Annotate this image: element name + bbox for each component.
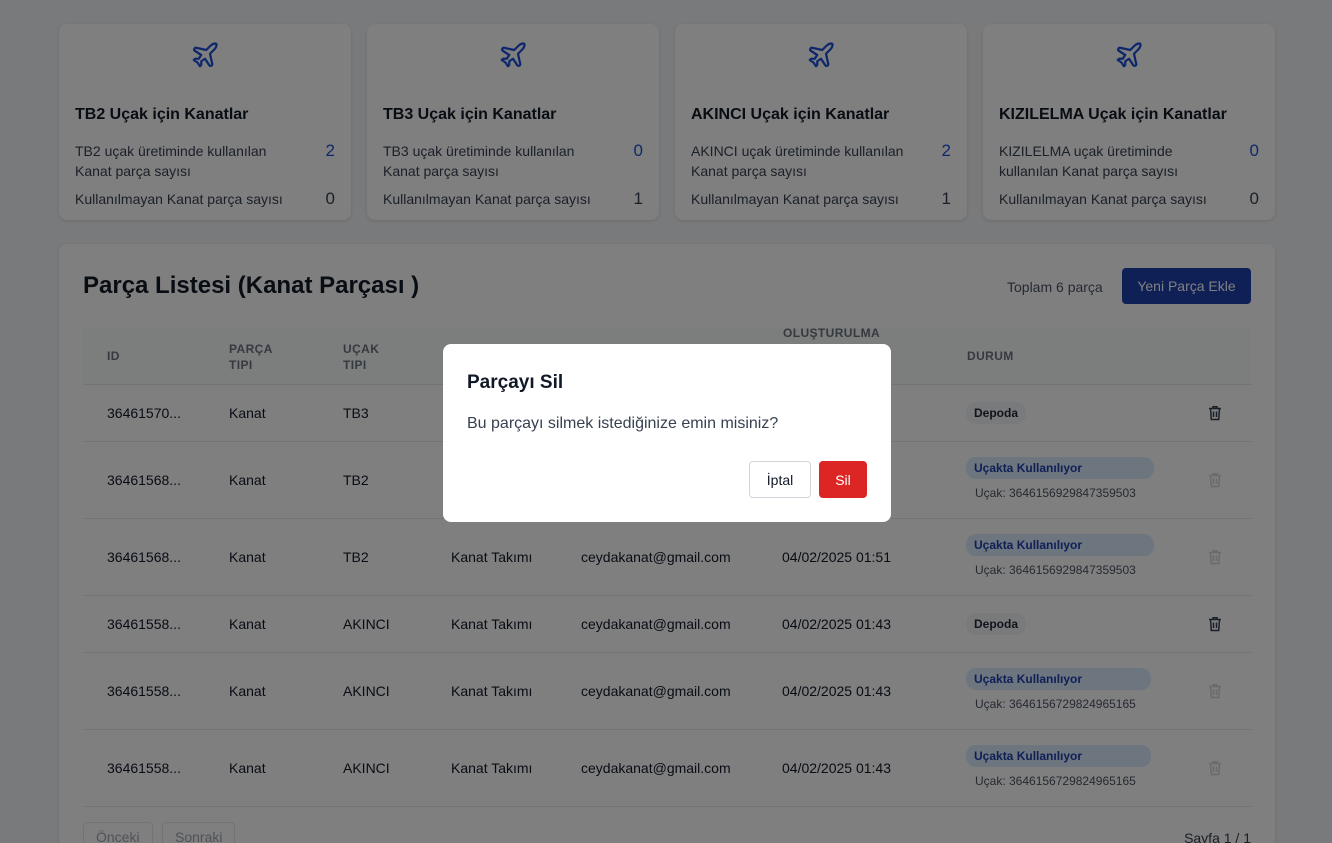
confirm-delete-button[interactable]: Sil <box>819 461 867 498</box>
dialog-title: Parçayı Sil <box>467 372 564 393</box>
dialog-message: Bu parçayı silmek istediğinize emin misi… <box>467 415 779 432</box>
delete-confirm-dialog: Parçayı Sil Bu parçayı silmek istediğini… <box>443 344 891 522</box>
cancel-button[interactable]: İptal <box>749 461 811 498</box>
